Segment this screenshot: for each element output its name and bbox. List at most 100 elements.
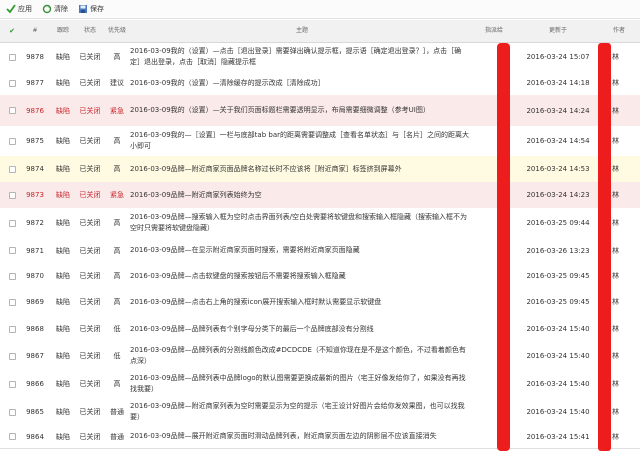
issue-title-link[interactable]: 2016-03-09品牌—附近商家页面品牌名称过长时不应该将［附近商家］标签挤到…: [130, 156, 474, 182]
issue-id-link[interactable]: 9868: [22, 315, 48, 343]
issue-title-link[interactable]: 2016-03-09品牌—点击右上角的搜索icon展开搜索输入框时默认需要显示软…: [130, 289, 474, 315]
issue-id-link[interactable]: 9873: [22, 182, 48, 208]
header-status[interactable]: 状态: [78, 20, 102, 42]
row-checkbox[interactable]: [8, 191, 16, 199]
row-checkbox[interactable]: [8, 219, 16, 227]
issue-title-link[interactable]: 2016-03-09品牌—品牌列表的分割线颜色改成#DCDCDE（不知道你现在是…: [130, 343, 474, 369]
issue-id-link[interactable]: 9865: [22, 399, 48, 425]
issue-type: 缺陷: [56, 53, 70, 61]
row-checkbox[interactable]: [8, 165, 16, 173]
table-row[interactable]: 9866 缺陷 已关闭 高 2016-03-09品牌—品牌列表中品牌logo的默认图需要…: [0, 369, 640, 400]
issue-title-link[interactable]: 2016-03-09品牌—在显示附近商家页面时搜索，需要将附近商家页面隐藏: [130, 238, 474, 263]
issue-title-link[interactable]: 2016-03-09品牌—点击软键盘的搜索按钮后不需要将搜索输入框隐藏: [130, 263, 474, 289]
table-row[interactable]: 9869 缺陷 已关闭 高 2016-03-09品牌—点击右上角的搜索icon展开搜索输…: [0, 289, 640, 316]
issue-title-link[interactable]: 2016-03-09品牌—附近商家列表始终为空: [130, 182, 474, 208]
table-row[interactable]: 9877 缺陷 已关闭 建议 2016-03-09我的（设置）—清除缓存的提示改成［清除…: [0, 71, 640, 96]
checkmark-icon: [6, 4, 16, 14]
issue-id-link[interactable]: 9878: [22, 43, 48, 71]
row-checkbox-cell: [7, 71, 17, 95]
apply-label: 应用: [18, 5, 32, 13]
issue-updated: 2016-03-24 15:40: [526, 408, 590, 416]
issue-id-link[interactable]: 9877: [22, 71, 48, 95]
issue-title-link[interactable]: 2016-03-09品牌—搜索输入框为空时点击界面列表/空白处需要将软键盘和搜索…: [130, 208, 474, 238]
issue-id-link[interactable]: 9867: [22, 343, 48, 369]
issue-title-link[interactable]: 2016-03-09我的—［设置］一栏与底部tab bar的距离需要调整成［查看…: [130, 126, 474, 156]
issue-status: 已关闭: [79, 432, 101, 441]
issue-status: 已关闭: [79, 408, 101, 416]
row-checkbox[interactable]: [8, 298, 16, 306]
issue-updated: 2016-03-24 15:41: [526, 432, 590, 441]
issue-id-link[interactable]: 9872: [22, 208, 48, 238]
row-checkbox[interactable]: [8, 272, 16, 280]
issue-title-link[interactable]: 2016-03-09我的（设置）—点击［退出登录］需要弹出确认提示框，提示语［确…: [130, 43, 474, 71]
row-checkbox[interactable]: [8, 433, 16, 440]
issue-id-link[interactable]: 9869: [22, 289, 48, 315]
issue-title-link[interactable]: 2016-03-09我的（设置）—关于我们页面标题栏需要透明显示，布局需要细微调…: [130, 95, 474, 126]
row-checkbox[interactable]: [8, 325, 16, 333]
issue-id-link[interactable]: 9864: [22, 425, 48, 448]
issue-priority: 普通: [110, 408, 124, 416]
issue-title-link[interactable]: 2016-03-09品牌—附近商家列表为空时需要显示为空的提示（宅王设计好图片会…: [130, 399, 474, 425]
issue-priority: 高: [113, 246, 121, 255]
issue-status: 已关闭: [79, 79, 101, 87]
row-checkbox[interactable]: [8, 247, 16, 254]
issue-author: 林: [612, 165, 619, 173]
issue-updated: 2016-03-25 09:45: [526, 298, 590, 306]
issue-id-link[interactable]: 9874: [22, 156, 48, 182]
table-row[interactable]: 9864 缺陷 已关闭 普通 2016-03-09品牌—展开附近商家页面时滑动品牌列表，…: [0, 425, 640, 449]
table-row[interactable]: 9868 缺陷 已关闭 低 2016-03-09品牌—品牌列表有个别字母分类下的最后一个…: [0, 315, 640, 344]
table-row[interactable]: 9876 缺陷 已关闭 紧急 2016-03-09我的（设置）—关于我们页面标题栏需要透…: [0, 95, 640, 127]
table-row[interactable]: 9865 缺陷 已关闭 普通 2016-03-09品牌—附近商家列表为空时需要显示为空的…: [0, 399, 640, 426]
issue-id-link[interactable]: 9870: [22, 263, 48, 289]
row-checkbox-cell: [7, 182, 17, 208]
row-checkbox[interactable]: [8, 137, 16, 145]
issue-id-link[interactable]: 9875: [22, 126, 48, 156]
issue-type: 缺陷: [56, 272, 70, 280]
issue-priority: 高: [113, 219, 121, 227]
table-row[interactable]: 9871 缺陷 已关闭 高 2016-03-09品牌—在显示附近商家页面时搜索，需要将附…: [0, 238, 640, 264]
issue-status: 已关闭: [79, 298, 101, 306]
header-author[interactable]: 作者: [604, 20, 634, 42]
row-checkbox-cell: [7, 343, 17, 369]
header-assignee[interactable]: 指派给: [474, 20, 514, 42]
row-checkbox-cell: [7, 315, 17, 343]
issue-title-link[interactable]: 2016-03-09品牌—品牌列表中品牌logo的默认图需要更换成最新的图片（宅…: [130, 369, 474, 399]
table-row[interactable]: 9874 缺陷 已关闭 高 2016-03-09品牌—附近商家页面品牌名称过长时不应该将…: [0, 156, 640, 183]
table-row[interactable]: 9872 缺陷 已关闭 高 2016-03-09品牌—搜索输入框为空时点击界面列表/空白…: [0, 208, 640, 239]
header-priority[interactable]: 优先级: [104, 20, 130, 42]
issue-id-link[interactable]: 9871: [22, 238, 48, 263]
table-row[interactable]: 9870 缺陷 已关闭 高 2016-03-09品牌—点击软键盘的搜索按钮后不需要将搜索…: [0, 263, 640, 290]
row-checkbox[interactable]: [8, 352, 16, 360]
save-button[interactable]: 保存: [78, 4, 104, 14]
issue-updated: 2016-03-25 09:45: [526, 272, 590, 280]
table-row[interactable]: 9873 缺陷 已关闭 紧急 2016-03-09品牌—附近商家列表始终为空 2016-0…: [0, 182, 640, 209]
row-checkbox[interactable]: [8, 408, 16, 416]
issue-priority: 高: [113, 137, 121, 145]
issue-updated: 2016-03-25 09:44: [526, 219, 590, 227]
issue-title-link[interactable]: 2016-03-09我的（设置）—清除缓存的提示改成［清除成功］: [130, 71, 474, 95]
issue-title-link[interactable]: 2016-03-09品牌—品牌列表有个别字母分类下的最后一个品牌底部没有分割线: [130, 315, 474, 343]
clear-label: 清除: [54, 5, 68, 13]
clear-button[interactable]: 清除: [42, 4, 68, 14]
row-checkbox[interactable]: [8, 79, 16, 87]
table-row[interactable]: 9867 缺陷 已关闭 低 2016-03-09品牌—品牌列表的分割线颜色改成#DCDC…: [0, 343, 640, 370]
floppy-disk-icon: [78, 4, 88, 14]
header-id[interactable]: #: [22, 20, 48, 42]
issue-status: 已关闭: [79, 106, 101, 115]
table-row[interactable]: 9878 缺陷 已关闭 高 2016-03-09我的（设置）—点击［退出登录］需要弹出确…: [0, 43, 640, 72]
issue-id-link[interactable]: 9866: [22, 369, 48, 399]
issue-title-link[interactable]: 2016-03-09品牌—展开附近商家页面时滑动品牌列表，附近商家页面左边的阴影…: [130, 425, 474, 448]
header-updated[interactable]: 更新于: [516, 20, 600, 42]
issue-author: 林: [612, 106, 619, 115]
header-title[interactable]: 主题: [130, 20, 474, 42]
row-checkbox[interactable]: [8, 53, 16, 61]
apply-button[interactable]: 应用: [6, 4, 32, 14]
header-type[interactable]: 跟踪: [52, 20, 74, 42]
table-row[interactable]: 9875 缺陷 已关闭 高 2016-03-09我的—［设置］一栏与底部tab bar的…: [0, 126, 640, 157]
row-checkbox[interactable]: [8, 107, 16, 114]
header-select-all[interactable]: ✔: [5, 20, 19, 42]
issue-status: 已关闭: [79, 191, 101, 199]
issue-id-link[interactable]: 9876: [22, 95, 48, 126]
row-checkbox[interactable]: [8, 380, 16, 388]
issue-updated: 2016-03-24 15:40: [526, 352, 590, 360]
